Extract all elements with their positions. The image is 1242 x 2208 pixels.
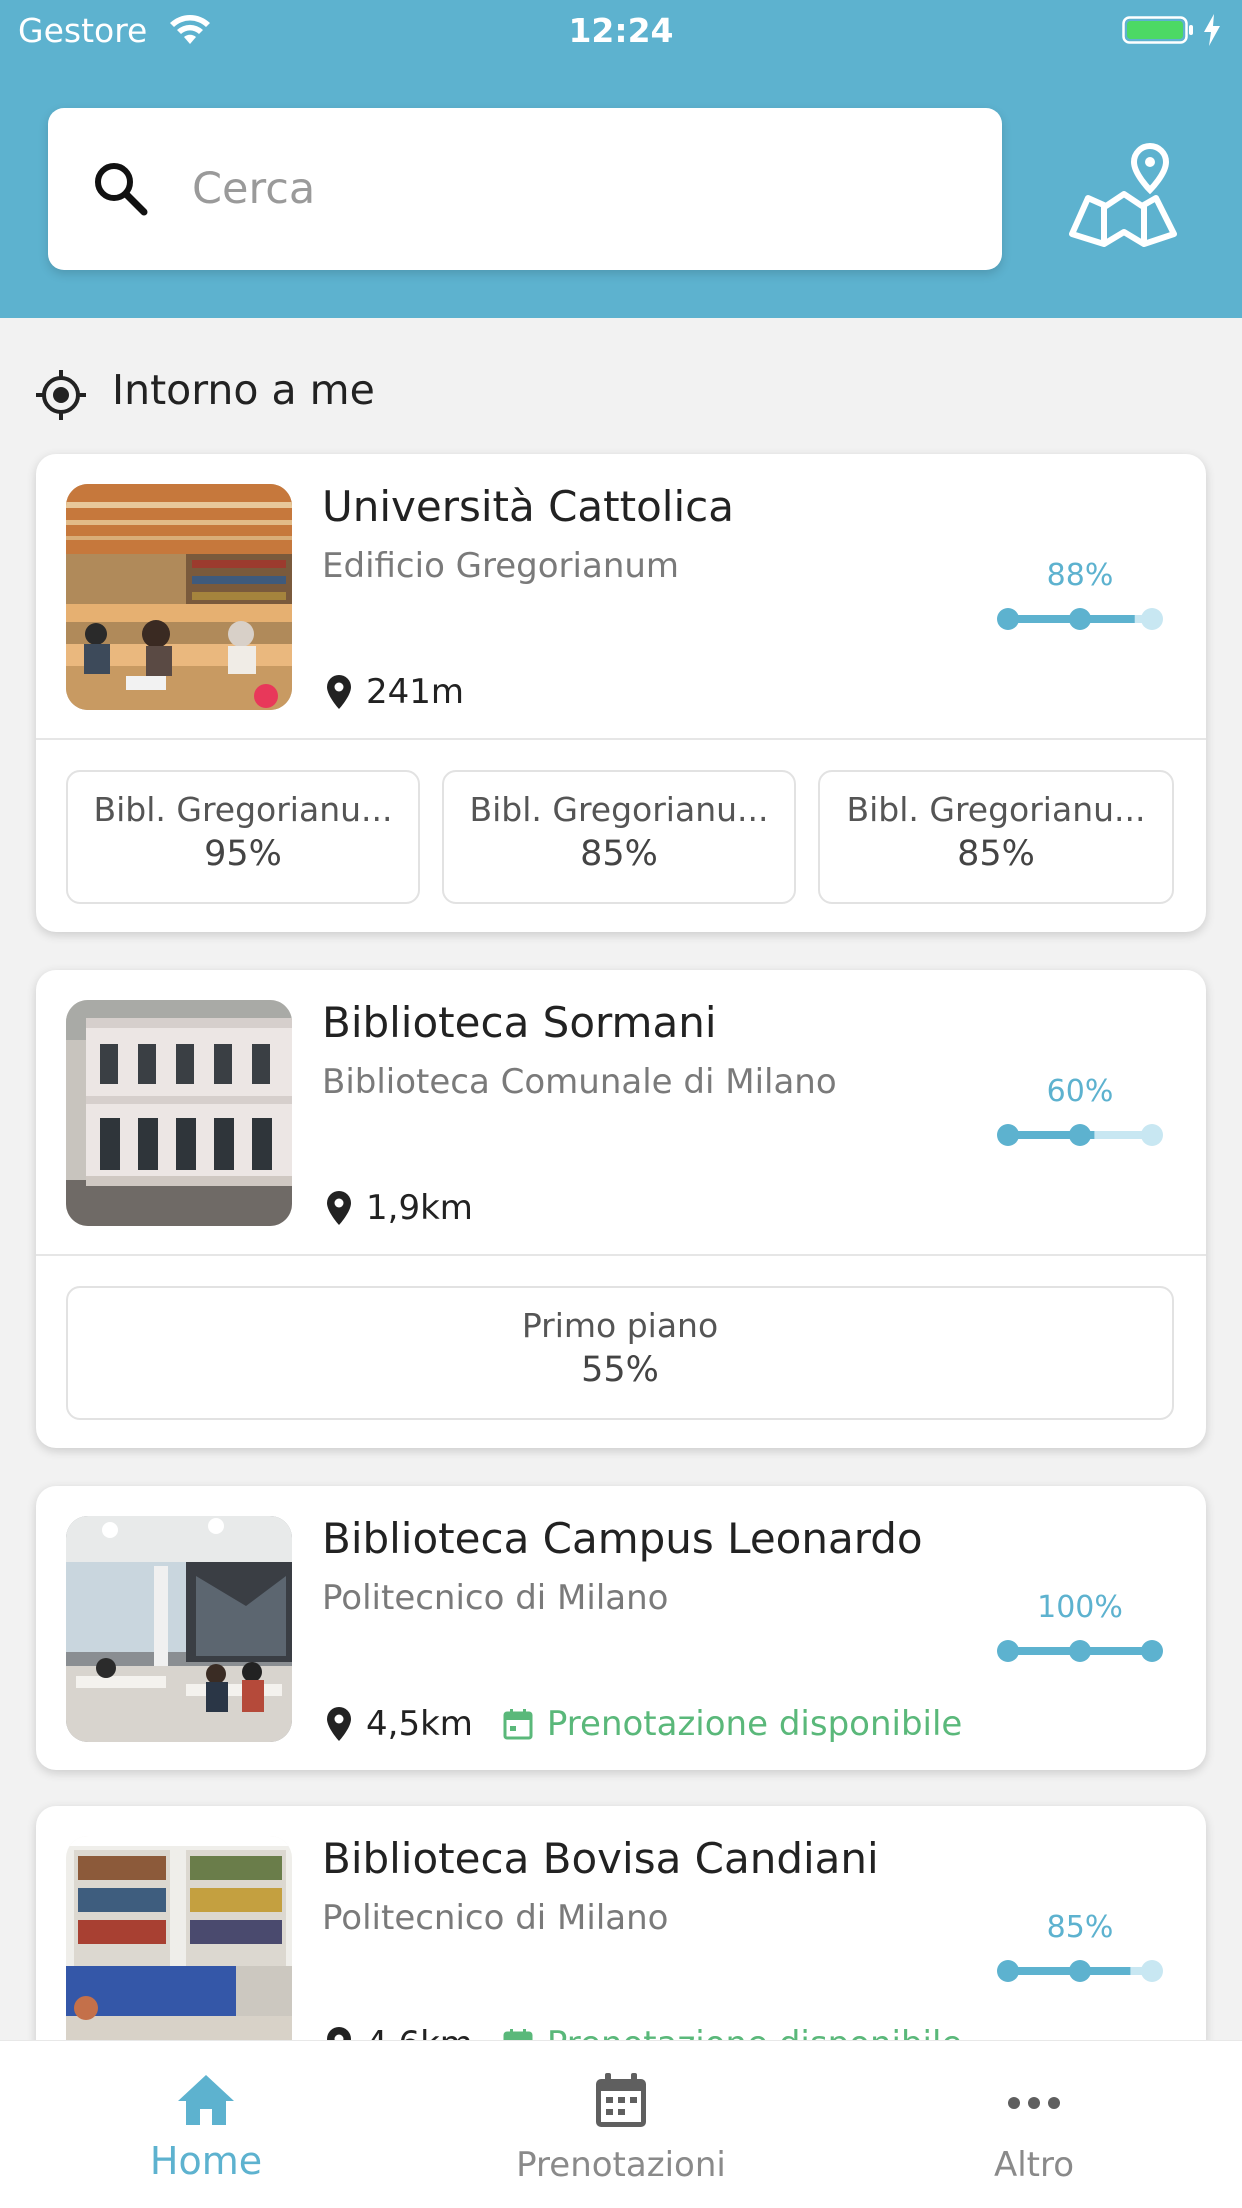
tab-label: Altro [993, 2145, 1075, 2185]
library-card[interactable]: Università Cattolica Edificio Gregorianu… [36, 454, 1206, 932]
occupancy-bar [997, 1640, 1163, 1662]
calendar-icon [503, 1709, 533, 1740]
library-photo [66, 1000, 292, 1226]
more-icon [1008, 2097, 1060, 2109]
room-chip[interactable]: Bibl. Gregorianu... 95% [66, 770, 420, 904]
room-name: Bibl. Gregorianu... [846, 790, 1146, 829]
tab-home[interactable]: Home [56, 2041, 356, 2208]
room-occupancy: 55% [581, 1350, 659, 1390]
location-pin-icon [327, 675, 351, 709]
library-photo [66, 484, 292, 710]
search-input[interactable] [192, 146, 952, 232]
tab-altro[interactable]: Altro [884, 2041, 1184, 2208]
room-chip[interactable]: Bibl. Gregorianu... 85% [818, 770, 1174, 904]
library-distance: 1,9km [366, 1188, 473, 1228]
occupancy-dot [997, 1960, 1019, 1982]
occupancy-dot [997, 1124, 1019, 1146]
occupancy-bar [997, 1124, 1163, 1146]
home-icon [178, 2075, 234, 2125]
occupancy-dot [1141, 1124, 1163, 1146]
section-title: Intorno a me [112, 366, 375, 414]
room-occupancy: 85% [580, 834, 658, 874]
occupancy-dot [1141, 1640, 1163, 1662]
room-list: Primo piano 55% [36, 1256, 1206, 1448]
library-title: Università Cattolica [322, 482, 734, 531]
tab-label: Prenotazioni [516, 2145, 726, 2185]
occupancy-percent: 100% [1037, 1590, 1123, 1625]
occupancy-dot [1069, 1640, 1091, 1662]
library-distance: 4,5km [366, 1704, 473, 1744]
map-icon[interactable] [1064, 140, 1184, 250]
library-subtitle: Politecnico di Milano [322, 1898, 669, 1938]
occupancy-bar [997, 1960, 1163, 1982]
room-chip[interactable]: Primo piano 55% [66, 1286, 1174, 1420]
library-subtitle: Politecnico di Milano [322, 1578, 669, 1618]
bottom-tab-bar: Home Prenotazioni Altro [0, 2040, 1242, 2208]
status-time: 12:24 [568, 11, 674, 50]
occupancy-percent: 60% [1046, 1074, 1114, 1109]
occupancy-percent: 85% [1046, 1910, 1114, 1945]
room-name: Bibl. Gregorianu... [93, 790, 393, 829]
library-subtitle: Biblioteca Comunale di Milano [322, 1062, 837, 1102]
room-chip[interactable]: Bibl. Gregorianu... 85% [442, 770, 796, 904]
battery-icon [1122, 16, 1193, 44]
library-photo [66, 1516, 292, 1742]
occupancy-dot [1141, 608, 1163, 630]
calendar-icon [596, 2073, 646, 2127]
tab-label: Home [149, 2139, 263, 2183]
occupancy-bar [997, 608, 1163, 630]
status-bar: Gestore 12:24 [0, 0, 1242, 62]
app-header: Gestore 12:24 [0, 0, 1242, 318]
room-list: Bibl. Gregorianu... 95% Bibl. Gregorianu… [36, 740, 1206, 932]
location-target-icon[interactable] [36, 370, 86, 420]
tab-prenotazioni[interactable]: Prenotazioni [471, 2041, 771, 2208]
occupancy-dot [997, 1640, 1019, 1662]
library-card[interactable]: Biblioteca Sormani Biblioteca Comunale d… [36, 970, 1206, 1448]
charging-icon [1204, 14, 1220, 46]
search-icon [95, 163, 148, 216]
library-card[interactable]: Biblioteca Campus Leonardo Politecnico d… [36, 1486, 1206, 1770]
occupancy-dot [1069, 608, 1091, 630]
occupancy-dot [1069, 1124, 1091, 1146]
library-subtitle: Edificio Gregorianum [322, 546, 680, 586]
location-pin-icon [327, 1707, 351, 1741]
search-box[interactable] [48, 108, 1002, 270]
room-occupancy: 95% [204, 834, 282, 874]
library-title: Biblioteca Campus Leonardo [322, 1514, 923, 1563]
library-title: Biblioteca Sormani [322, 998, 717, 1047]
occupancy-dot [997, 608, 1019, 630]
library-distance: 241m [366, 672, 465, 712]
booking-available-label[interactable]: Prenotazione disponibile [547, 1704, 962, 1744]
location-pin-icon [327, 1191, 351, 1225]
occupancy-dot [1069, 1960, 1091, 1982]
occupancy-percent: 88% [1046, 558, 1114, 593]
occupancy-dot [1141, 1960, 1163, 1982]
room-name: Primo piano [521, 1306, 719, 1345]
library-title: Biblioteca Bovisa Candiani [322, 1834, 879, 1883]
library-photo [66, 1836, 292, 2062]
room-occupancy: 85% [957, 834, 1035, 874]
room-name: Bibl. Gregorianu... [469, 790, 769, 829]
